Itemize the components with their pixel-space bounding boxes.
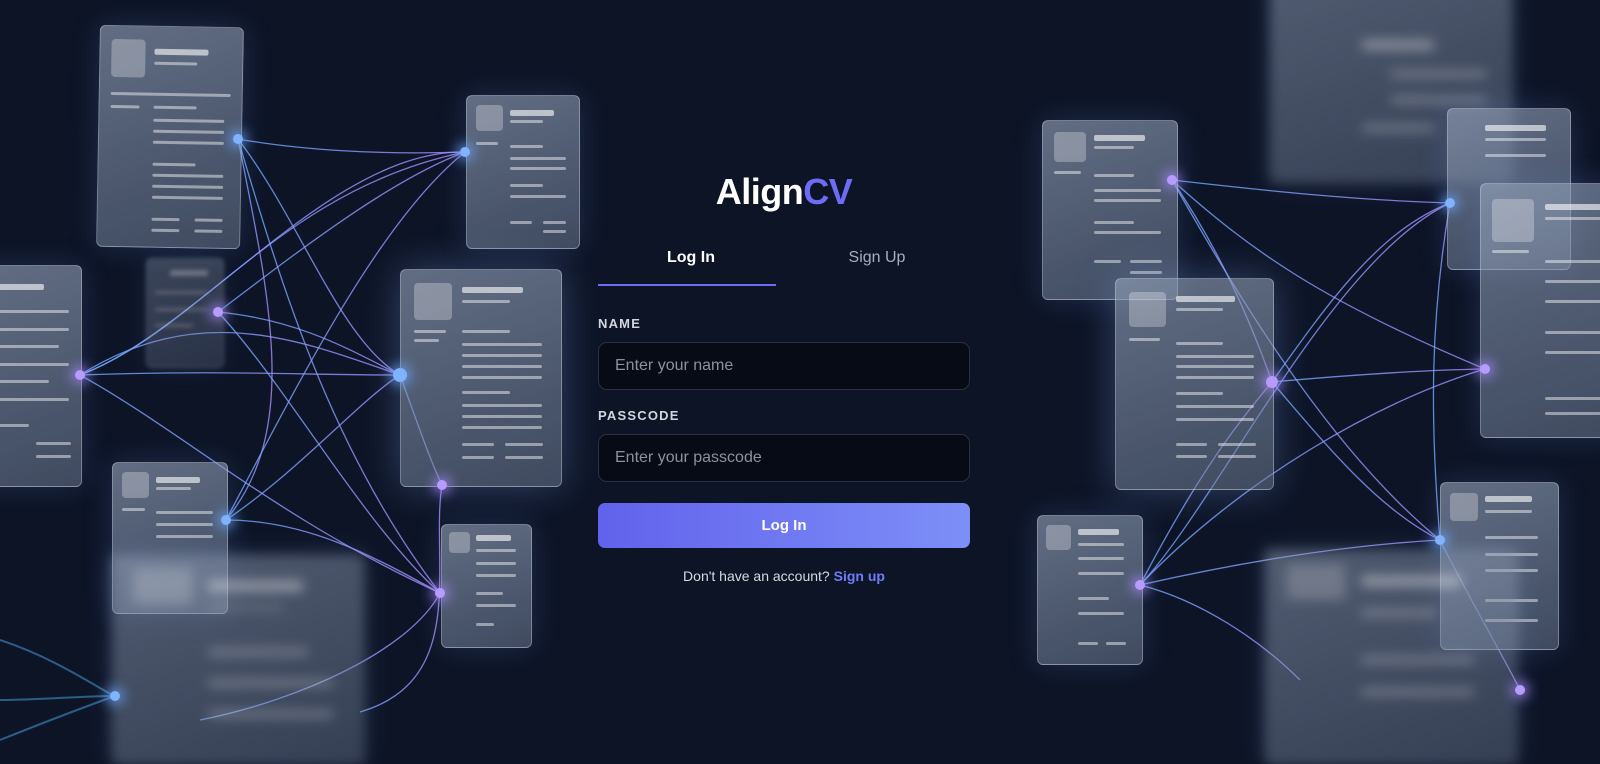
network-node [1435, 535, 1445, 545]
name-label: NAME [598, 316, 642, 331]
network-node [393, 368, 407, 382]
network-node [213, 307, 223, 317]
tab-sign-up[interactable]: Sign Up [784, 232, 970, 284]
resume-card [1480, 183, 1600, 438]
network-node [221, 515, 231, 525]
active-tab-indicator [598, 284, 776, 286]
network-node [1515, 685, 1525, 695]
log-in-button[interactable]: Log In [598, 503, 970, 548]
network-node [233, 134, 243, 144]
tab-log-in[interactable]: Log In [598, 232, 784, 284]
resume-card [112, 555, 364, 764]
name-input[interactable] [598, 342, 970, 390]
app-logo: AlignCV [598, 170, 970, 214]
signup-prompt: Don't have an account? Sign up [598, 568, 970, 584]
passcode-input[interactable] [598, 434, 970, 482]
network-node [460, 147, 470, 157]
network-node [1445, 198, 1455, 208]
network-node [110, 691, 120, 701]
resume-card [96, 24, 244, 250]
logo-primary: Align [715, 171, 804, 212]
resume-card [466, 95, 580, 249]
network-node [75, 370, 85, 380]
signup-prompt-text: Don't have an account? [683, 568, 830, 584]
resume-card [1037, 515, 1143, 665]
passcode-label: PASSCODE [598, 408, 680, 423]
resume-card [1265, 550, 1517, 764]
resume-card [441, 524, 532, 648]
resume-card [1042, 120, 1178, 300]
resume-card [0, 265, 82, 487]
logo-accent: CV [803, 171, 853, 212]
sign-up-link[interactable]: Sign up [834, 568, 885, 584]
login-panel: AlignCV Log In Sign Up NAME PASSCODE Log… [598, 170, 970, 584]
resume-card [1115, 278, 1274, 490]
network-node [437, 480, 447, 490]
network-node [1266, 376, 1278, 388]
network-node [435, 588, 445, 598]
auth-tabs: Log In Sign Up [598, 232, 970, 286]
network-node [1480, 364, 1490, 374]
resume-card [400, 269, 562, 487]
network-node [1167, 175, 1177, 185]
network-node [1135, 580, 1145, 590]
